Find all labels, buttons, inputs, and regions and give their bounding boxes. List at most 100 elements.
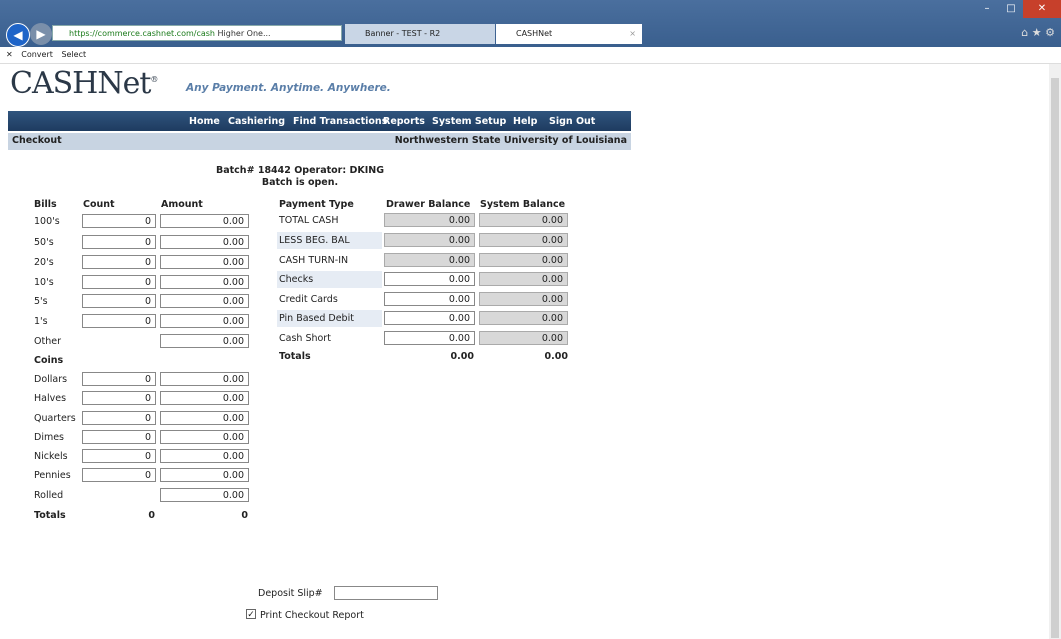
credit-cards-drawer-input[interactable]: 0.00 — [384, 292, 475, 306]
deposit-slip-input[interactable] — [334, 586, 438, 600]
tab-label: CASHNet — [516, 29, 553, 38]
payment-type-label: Pin Based Debit — [279, 313, 354, 324]
coins-header: Coins — [34, 355, 64, 366]
forward-button[interactable]: ▶ — [30, 23, 52, 45]
tab-label: Banner - TEST - R2 — [365, 29, 441, 38]
window-close-icon[interactable]: ✕ — [1023, 0, 1061, 18]
drawer-balance-field: 0.00 — [384, 233, 475, 247]
pin-debit-drawer-input[interactable]: 0.00 — [384, 311, 475, 325]
payment-type-header: Payment Type — [279, 199, 354, 210]
count-total: 0 — [148, 510, 155, 521]
bill-count-input[interactable]: 0 — [82, 214, 156, 228]
close-toolbar-icon[interactable]: ✕ — [6, 50, 13, 59]
menu-system-setup[interactable]: System Setup — [432, 116, 506, 127]
bill-count-input[interactable]: 0 — [82, 275, 156, 289]
payment-type-label: TOTAL CASH — [279, 215, 339, 226]
drawer-balance-field: 0.00 — [384, 253, 475, 267]
deposit-slip-label: Deposit Slip# — [258, 588, 323, 599]
window-controls: – □ ✕ — [975, 0, 1061, 18]
cash-short-drawer-input[interactable]: 0.00 — [384, 331, 475, 345]
bill-label: Other — [34, 336, 61, 347]
cashnet-logo: CASHNet® — [10, 66, 158, 101]
batch-info: Batch# 18442 Operator: DKING Batch is op… — [200, 165, 400, 189]
page-title: Checkout — [12, 135, 62, 146]
right-totals-label: Totals — [279, 351, 311, 362]
coin-label: Rolled — [34, 490, 64, 501]
bill-amount-input[interactable]: 0.00 — [160, 235, 249, 249]
drawer-balance-field: 0.00 — [384, 213, 475, 227]
menu-reports[interactable]: Reports — [383, 116, 425, 127]
url-site-label: Higher One... — [217, 29, 271, 38]
coin-amount-input[interactable]: 0.00 — [160, 468, 249, 482]
scrollbar-thumb[interactable] — [1051, 78, 1059, 638]
coin-amount-input[interactable]: 0.00 — [160, 411, 249, 425]
bill-count-input[interactable]: 0 — [82, 235, 156, 249]
bill-amount-input[interactable]: 0.00 — [160, 275, 249, 289]
tab-cashnet[interactable]: CASHNet × — [496, 24, 642, 44]
amount-header: Amount — [161, 199, 203, 210]
tagline: Any Payment. Anytime. Anywhere. — [186, 82, 391, 94]
left-totals-label: Totals — [34, 510, 66, 521]
home-star-gear-icons[interactable]: ⌂ ★ ⚙ — [1021, 26, 1055, 39]
system-balance-field: 0.00 — [479, 331, 568, 345]
coin-amount-input[interactable]: 0.00 — [160, 449, 249, 463]
coin-count-input[interactable]: 0 — [82, 449, 156, 463]
rolled-amount-input[interactable]: 0.00 — [160, 488, 249, 502]
coin-amount-input[interactable]: 0.00 — [160, 430, 249, 444]
bill-amount-input[interactable]: 0.00 — [160, 314, 249, 328]
bill-amount-input[interactable]: 0.00 — [160, 214, 249, 228]
coin-count-input[interactable]: 0 — [82, 391, 156, 405]
payment-type-label: LESS BEG. BAL — [279, 235, 350, 246]
coin-amount-input[interactable]: 0.00 — [160, 391, 249, 405]
coin-count-input[interactable]: 0 — [82, 372, 156, 386]
checks-drawer-input[interactable]: 0.00 — [384, 272, 475, 286]
coin-count-input[interactable]: 0 — [82, 411, 156, 425]
system-total: 0.00 — [544, 351, 568, 362]
payment-type-label: Cash Short — [279, 333, 331, 344]
coin-label: Pennies — [34, 470, 71, 481]
coin-count-input[interactable]: 0 — [82, 468, 156, 482]
print-report-checkbox[interactable]: ✓ — [246, 609, 256, 620]
minimize-icon[interactable]: – — [975, 0, 999, 18]
select-button[interactable]: Select — [61, 50, 86, 59]
count-header: Count — [83, 199, 115, 210]
maximize-icon[interactable]: □ — [999, 0, 1023, 18]
system-balance-field: 0.00 — [479, 272, 568, 286]
bill-count-input[interactable]: 0 — [82, 294, 156, 308]
close-tab-icon[interactable]: × — [629, 24, 636, 44]
payment-type-label: Credit Cards — [279, 294, 338, 305]
bill-label: 100's — [34, 216, 60, 227]
payment-type-label: Checks — [279, 274, 314, 285]
other-amount-input[interactable]: 0.00 — [160, 334, 249, 348]
logo-text: CASHNet — [10, 66, 151, 101]
system-balance-field: 0.00 — [479, 233, 568, 247]
system-balance-header: System Balance — [480, 199, 566, 210]
bill-label: 20's — [34, 257, 54, 268]
coin-label: Dollars — [34, 374, 68, 385]
bill-amount-input[interactable]: 0.00 — [160, 294, 249, 308]
batch-number: Batch# 18442 Operator: DKING — [215, 165, 385, 176]
bill-count-input[interactable]: 0 — [82, 255, 156, 269]
page-scrollbar[interactable] — [1049, 64, 1061, 639]
back-button[interactable]: ◀ — [6, 23, 30, 47]
print-report-label: Print Checkout Report — [260, 610, 364, 621]
bills-header: Bills — [34, 199, 57, 210]
tab-banner[interactable]: Banner - TEST - R2 — [345, 24, 495, 44]
bill-amount-input[interactable]: 0.00 — [160, 255, 249, 269]
coin-amount-input[interactable]: 0.00 — [160, 372, 249, 386]
menu-find-transactions[interactable]: Find Transactions — [293, 116, 387, 127]
address-bar[interactable]: https://commerce.cashnet.com/cash Higher… — [52, 25, 342, 41]
menu-help[interactable]: Help — [513, 116, 537, 127]
menu-cashiering[interactable]: Cashiering — [228, 116, 285, 127]
bill-label: 1's — [34, 316, 48, 327]
coin-count-input[interactable]: 0 — [82, 430, 156, 444]
batch-status: Batch is open. — [261, 177, 339, 188]
bill-count-input[interactable]: 0 — [82, 314, 156, 328]
bill-label: 50's — [34, 237, 54, 248]
coin-label: Halves — [34, 393, 67, 404]
menu-sign-out[interactable]: Sign Out — [549, 116, 595, 127]
command-bar: ✕ Convert Select — [0, 47, 1061, 64]
drawer-balance-header: Drawer Balance — [386, 199, 471, 210]
convert-button[interactable]: Convert — [21, 50, 53, 59]
menu-home[interactable]: Home — [189, 116, 220, 127]
